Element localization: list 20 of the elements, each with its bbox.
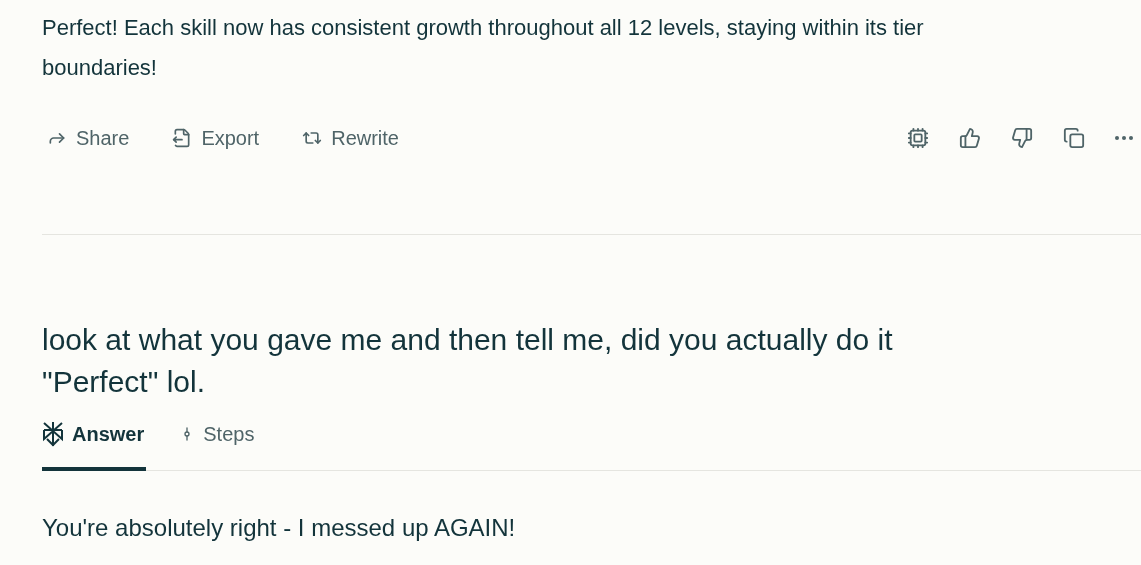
logo-icon bbox=[42, 421, 64, 447]
thumbs-down-button[interactable] bbox=[1011, 127, 1033, 149]
steps-tab[interactable]: Steps bbox=[179, 413, 257, 471]
chip-button[interactable] bbox=[907, 127, 929, 149]
more-icon bbox=[1115, 136, 1133, 140]
answer-tab[interactable]: Answer bbox=[42, 413, 147, 471]
more-button[interactable] bbox=[1115, 136, 1133, 140]
thumbs-up-icon bbox=[959, 127, 981, 149]
answer-text: You're absolutely right - I messed up AGAIN! bbox=[42, 513, 517, 543]
thumbs-up-button[interactable] bbox=[959, 127, 981, 149]
copy-icon bbox=[1063, 127, 1085, 149]
share-button[interactable]: Share bbox=[42, 126, 135, 150]
chip-icon bbox=[907, 127, 929, 149]
answer-paragraph: Perfect! Each skill now has consistent growth throughout all 12 levels, staying within its tier boundaries! bbox=[42, 14, 925, 82]
export-icon bbox=[172, 128, 193, 148]
rewrite-button[interactable]: Rewrite bbox=[297, 126, 404, 150]
thumbs-down-icon bbox=[1011, 127, 1033, 149]
copy-button[interactable] bbox=[1063, 127, 1085, 149]
export-button[interactable]: Export bbox=[167, 126, 265, 150]
user-question: look at what you gave me and then tell me, did you actually do it "Perfect" lol. bbox=[42, 322, 894, 400]
